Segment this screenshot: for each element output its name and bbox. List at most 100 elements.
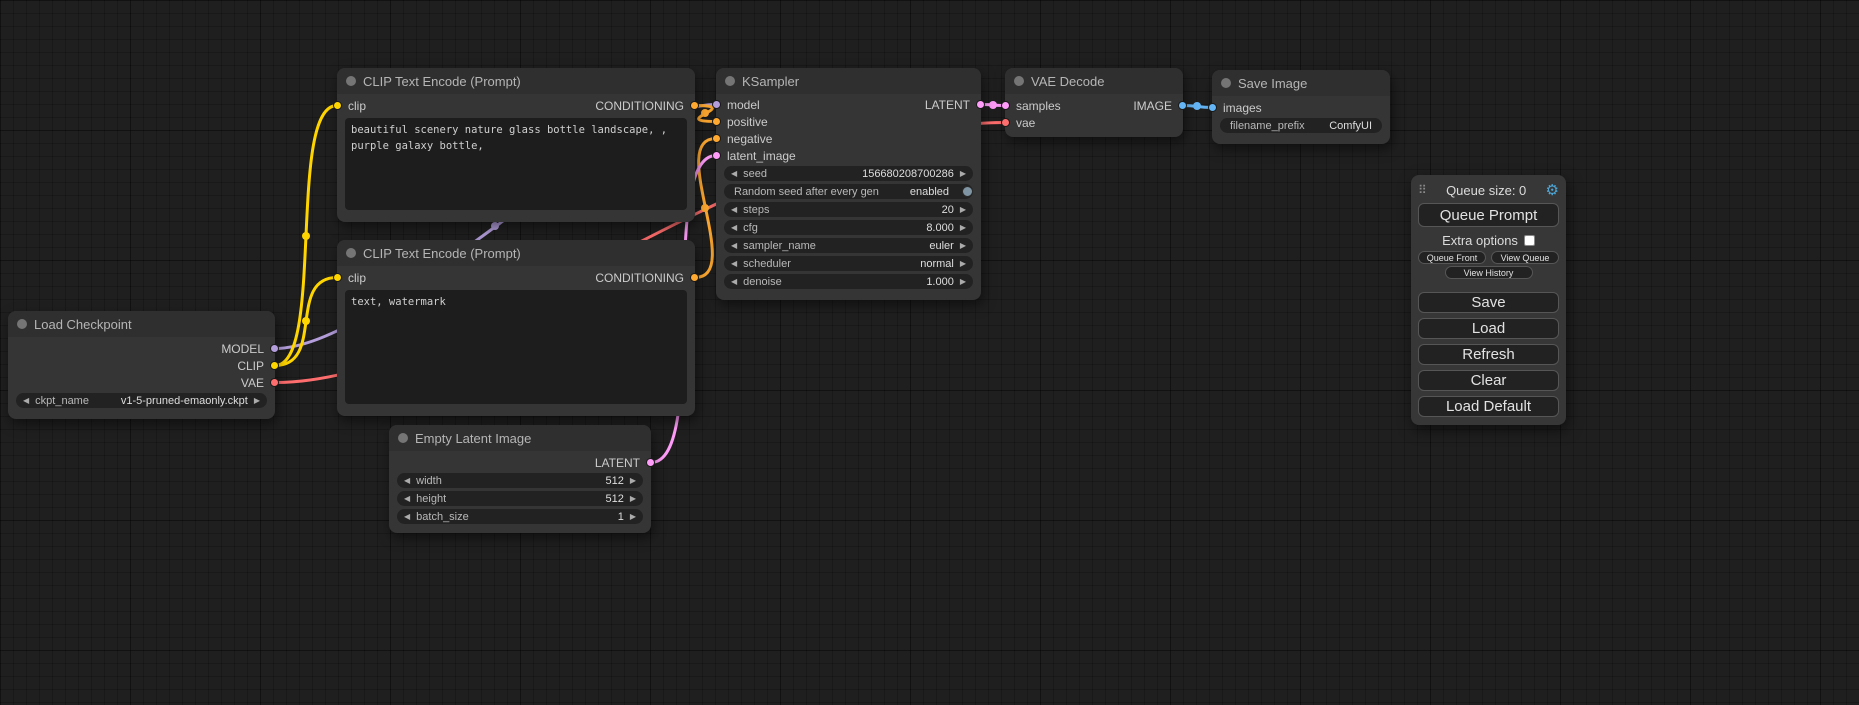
decrement-arrow-icon[interactable]: ◀ xyxy=(731,206,737,214)
increment-arrow-icon[interactable]: ▶ xyxy=(960,206,966,214)
slot-row: negative xyxy=(716,130,981,147)
widget-seed[interactable]: ◀ seed 156680208700286 ▶ xyxy=(724,166,973,181)
node-ksampler[interactable]: KSampler model LATENT positive negative … xyxy=(716,68,981,300)
increment-arrow-icon[interactable]: ▶ xyxy=(960,278,966,286)
output-slot-clip[interactable] xyxy=(270,361,279,370)
widget-label: filename_prefix xyxy=(1230,120,1305,132)
control-panel-header: ⠿ Queue size: 0 ⚙ xyxy=(1418,180,1559,200)
input-slot-vae[interactable] xyxy=(1001,118,1010,127)
node-load-checkpoint[interactable]: Load Checkpoint MODEL CLIP VAE ◀ ckpt_na… xyxy=(8,311,275,419)
queue-prompt-button[interactable]: Queue Prompt xyxy=(1418,203,1559,227)
output-slot-conditioning[interactable] xyxy=(690,101,699,110)
node-title-bar[interactable]: KSampler xyxy=(716,68,981,94)
increment-arrow-icon[interactable]: ▶ xyxy=(960,170,966,178)
toggle-knob[interactable] xyxy=(962,186,973,197)
next-arrow-icon[interactable]: ▶ xyxy=(254,397,260,405)
widget-steps[interactable]: ◀ steps 20 ▶ xyxy=(724,202,973,217)
drag-handle-icon[interactable]: ⠿ xyxy=(1418,183,1427,197)
increment-arrow-icon[interactable]: ▶ xyxy=(630,477,636,485)
prev-arrow-icon[interactable]: ◀ xyxy=(731,260,737,268)
widget-scheduler[interactable]: ◀ scheduler normal ▶ xyxy=(724,256,973,271)
input-slot-negative[interactable] xyxy=(712,134,721,143)
collapse-dot[interactable] xyxy=(1014,76,1024,86)
widget-filename-prefix[interactable]: filename_prefix ComfyUI xyxy=(1220,118,1382,133)
node-title: VAE Decode xyxy=(1031,74,1104,89)
node-title-bar[interactable]: VAE Decode xyxy=(1005,68,1183,94)
node-vae-decode[interactable]: VAE Decode samples IMAGE vae xyxy=(1005,68,1183,137)
widget-ckpt-name[interactable]: ◀ ckpt_name v1-5-pruned-emaonly.ckpt ▶ xyxy=(16,393,267,408)
gear-icon[interactable]: ⚙ xyxy=(1546,183,1559,198)
input-slot-latent-image[interactable] xyxy=(712,151,721,160)
widget-label: sampler_name xyxy=(743,240,816,252)
view-history-button[interactable]: View History xyxy=(1445,266,1533,279)
load-button[interactable]: Load xyxy=(1418,318,1559,339)
increment-arrow-icon[interactable]: ▶ xyxy=(630,513,636,521)
widget-cfg[interactable]: ◀ cfg 8.000 ▶ xyxy=(724,220,973,235)
increment-arrow-icon[interactable]: ▶ xyxy=(630,495,636,503)
link-dot-model xyxy=(491,222,499,230)
slot-row: vae xyxy=(1005,114,1183,131)
node-title-bar[interactable]: Load Checkpoint xyxy=(8,311,275,337)
slot-row: positive xyxy=(716,113,981,130)
prompt-text-widget[interactable]: text, watermark xyxy=(345,290,687,404)
node-title-bar[interactable]: Save Image xyxy=(1212,70,1390,96)
widget-batch-size[interactable]: ◀ batch_size 1 ▶ xyxy=(397,509,643,524)
slot-row: model LATENT xyxy=(716,96,981,113)
output-slot-conditioning[interactable] xyxy=(690,273,699,282)
node-title-bar[interactable]: CLIP Text Encode (Prompt) xyxy=(337,68,695,94)
next-arrow-icon[interactable]: ▶ xyxy=(960,260,966,268)
widget-value: ComfyUI xyxy=(1329,120,1372,132)
input-slot-model[interactable] xyxy=(712,100,721,109)
decrement-arrow-icon[interactable]: ◀ xyxy=(404,495,410,503)
load-default-button[interactable]: Load Default xyxy=(1418,396,1559,417)
collapse-dot[interactable] xyxy=(398,433,408,443)
decrement-arrow-icon[interactable]: ◀ xyxy=(404,513,410,521)
widget-value: 1 xyxy=(618,511,624,523)
extra-options-checkbox[interactable] xyxy=(1524,235,1535,246)
clear-button[interactable]: Clear xyxy=(1418,370,1559,391)
widget-height[interactable]: ◀ height 512 ▶ xyxy=(397,491,643,506)
widget-width[interactable]: ◀ width 512 ▶ xyxy=(397,473,643,488)
collapse-dot[interactable] xyxy=(346,248,356,258)
widget-label: height xyxy=(416,493,446,505)
input-slot-samples[interactable] xyxy=(1001,101,1010,110)
collapse-dot[interactable] xyxy=(1221,78,1231,88)
node-title-bar[interactable]: CLIP Text Encode (Prompt) xyxy=(337,240,695,266)
prev-arrow-icon[interactable]: ◀ xyxy=(731,242,737,250)
collapse-dot[interactable] xyxy=(17,319,27,329)
collapse-dot[interactable] xyxy=(346,76,356,86)
input-slot-positive[interactable] xyxy=(712,117,721,126)
output-slot-vae[interactable] xyxy=(270,378,279,387)
output-slot-latent[interactable] xyxy=(646,458,655,467)
node-clip-text-encode-positive[interactable]: CLIP Text Encode (Prompt) clip CONDITION… xyxy=(337,68,695,222)
decrement-arrow-icon[interactable]: ◀ xyxy=(731,278,737,286)
next-arrow-icon[interactable]: ▶ xyxy=(960,242,966,250)
save-button[interactable]: Save xyxy=(1418,292,1559,313)
collapse-dot[interactable] xyxy=(725,76,735,86)
node-graph-canvas[interactable]: Load Checkpoint MODEL CLIP VAE ◀ ckpt_na… xyxy=(0,0,1859,705)
decrement-arrow-icon[interactable]: ◀ xyxy=(404,477,410,485)
node-title-bar[interactable]: Empty Latent Image xyxy=(389,425,651,451)
decrement-arrow-icon[interactable]: ◀ xyxy=(731,224,737,232)
output-slot-latent[interactable] xyxy=(976,100,985,109)
output-slot-image[interactable] xyxy=(1178,101,1187,110)
widget-denoise[interactable]: ◀ denoise 1.000 ▶ xyxy=(724,274,973,289)
widget-random-seed-toggle[interactable]: Random seed after every gen enabled xyxy=(724,184,973,199)
output-slot-model[interactable] xyxy=(270,344,279,353)
decrement-arrow-icon[interactable]: ◀ xyxy=(731,170,737,178)
widget-sampler-name[interactable]: ◀ sampler_name euler ▶ xyxy=(724,238,973,253)
output-label-image: IMAGE xyxy=(1133,99,1172,113)
increment-arrow-icon[interactable]: ▶ xyxy=(960,224,966,232)
node-empty-latent-image[interactable]: Empty Latent Image LATENT ◀ width 512 ▶ … xyxy=(389,425,651,533)
queue-front-button[interactable]: Queue Front xyxy=(1418,251,1486,264)
widget-value: 20 xyxy=(942,204,954,216)
prev-arrow-icon[interactable]: ◀ xyxy=(23,397,29,405)
input-slot-clip[interactable] xyxy=(333,101,342,110)
prompt-text-widget[interactable]: beautiful scenery nature glass bottle la… xyxy=(345,118,687,210)
node-save-image[interactable]: Save Image images filename_prefix ComfyU… xyxy=(1212,70,1390,144)
refresh-button[interactable]: Refresh xyxy=(1418,344,1559,365)
input-slot-clip[interactable] xyxy=(333,273,342,282)
view-queue-button[interactable]: View Queue xyxy=(1491,251,1559,264)
node-clip-text-encode-negative[interactable]: CLIP Text Encode (Prompt) clip CONDITION… xyxy=(337,240,695,416)
input-slot-images[interactable] xyxy=(1208,103,1217,112)
